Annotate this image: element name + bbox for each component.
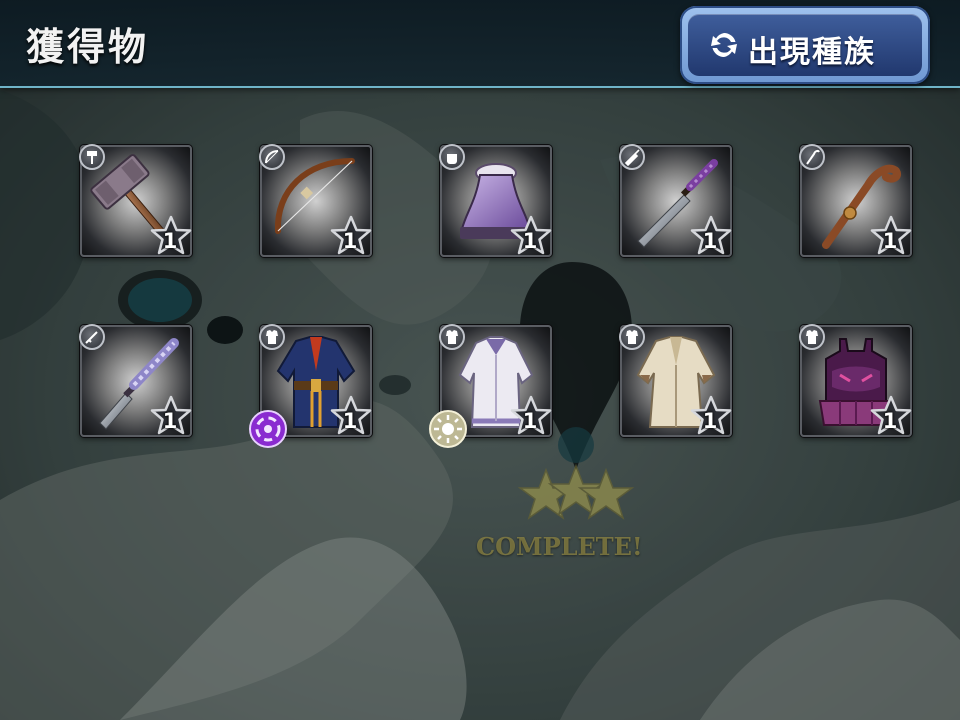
item-slot-bow[interactable]: 1 [259,144,372,257]
armor-icon [799,324,825,350]
armor-icon [259,324,285,350]
dark-element-icon [249,410,287,448]
item-slot-hammer[interactable]: 1 [79,144,192,257]
bow-icon [259,144,285,170]
armor-icon [439,324,465,350]
armor-icon [619,324,645,350]
item-count: 1 [702,229,718,253]
item-count: 1 [702,409,718,433]
appearing-species-button[interactable]: 出現種族 [680,6,930,84]
item-count: 1 [522,229,538,253]
item-count: 1 [882,409,898,433]
item-slot-white-robe[interactable]: 1 [429,324,552,448]
item-slot-dagger[interactable]: 1 [619,144,732,257]
item-slot-sword[interactable]: 1 [79,324,192,437]
header-bar: 獲得物 出現種族 [0,0,960,88]
sword-icon [79,324,105,350]
item-count: 1 [162,229,178,253]
appearing-species-label: 出現種族 [748,35,876,70]
item-count: 1 [882,229,898,253]
item-slot-beige-coat[interactable]: 1 [619,324,732,437]
refresh-icon [711,33,737,57]
item-count: 1 [342,229,358,253]
item-slot-blue-robe[interactable]: 1 [249,324,372,448]
hammer-icon [79,144,105,170]
item-count: 1 [342,409,358,433]
item-slot-purple-armor[interactable]: 1 [799,324,912,437]
complete-stars [517,463,635,520]
item-count: 1 [522,409,538,433]
fist-icon [439,144,465,170]
light-element-icon [429,410,467,448]
complete-label: COMPLETE! [476,532,643,561]
page-title: 獲得物 [26,24,150,69]
staff-icon [799,144,825,170]
item-slot-gauntlet[interactable]: 1 [439,144,552,257]
dagger-icon [619,144,645,170]
item-slot-staff[interactable]: 1 [799,144,912,257]
item-count: 1 [162,409,178,433]
